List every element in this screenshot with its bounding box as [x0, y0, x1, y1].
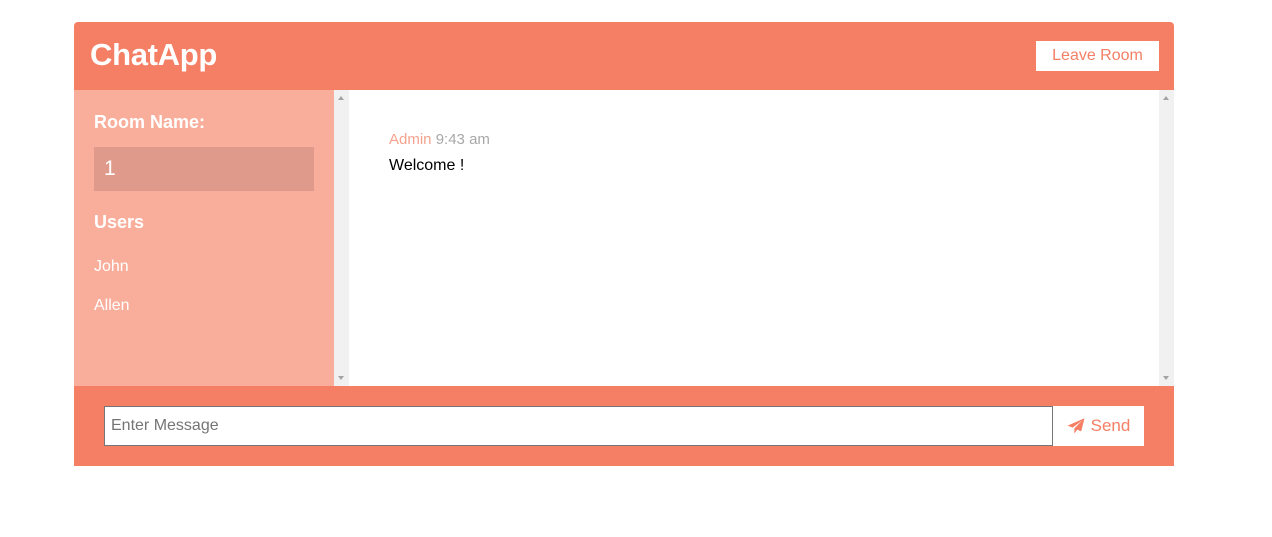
app-header: ChatApp Leave Room [74, 22, 1174, 90]
scroll-down-arrow-icon[interactable] [338, 376, 344, 380]
send-button[interactable]: Send [1053, 406, 1144, 446]
scroll-up-arrow-icon[interactable] [1163, 96, 1169, 100]
message-item: Admin 9:43 am Welcome ! [389, 131, 490, 175]
chat-app: ChatApp Leave Room Room Name: 1 Users Jo… [74, 22, 1174, 466]
message-list: Admin 9:43 am Welcome ! [349, 90, 1159, 386]
message-composer: Send [74, 386, 1174, 466]
sidebar: Room Name: 1 Users John Allen [74, 90, 334, 386]
send-button-label: Send [1090, 416, 1131, 435]
user-list-item: John [94, 258, 129, 275]
room-name-value: 1 [94, 147, 314, 191]
user-list: John Allen [94, 258, 130, 336]
sidebar-scrollbar[interactable] [334, 90, 349, 386]
app-title: ChatApp [90, 37, 218, 72]
leave-room-button[interactable]: Leave Room [1036, 41, 1159, 71]
paper-plane-icon [1067, 418, 1085, 434]
message-author: Admin [389, 131, 432, 148]
message-text: Welcome ! [389, 157, 465, 174]
message-meta: Admin 9:43 am [389, 131, 490, 148]
room-name-label: Room Name: [94, 112, 206, 132]
messages-scrollbar[interactable] [1159, 90, 1174, 386]
users-heading: Users [94, 212, 145, 232]
user-list-item: Allen [94, 297, 130, 314]
scroll-up-arrow-icon[interactable] [338, 96, 344, 100]
message-time: 9:43 am [435, 131, 490, 148]
message-input[interactable] [104, 406, 1053, 446]
scroll-down-arrow-icon[interactable] [1163, 376, 1169, 380]
